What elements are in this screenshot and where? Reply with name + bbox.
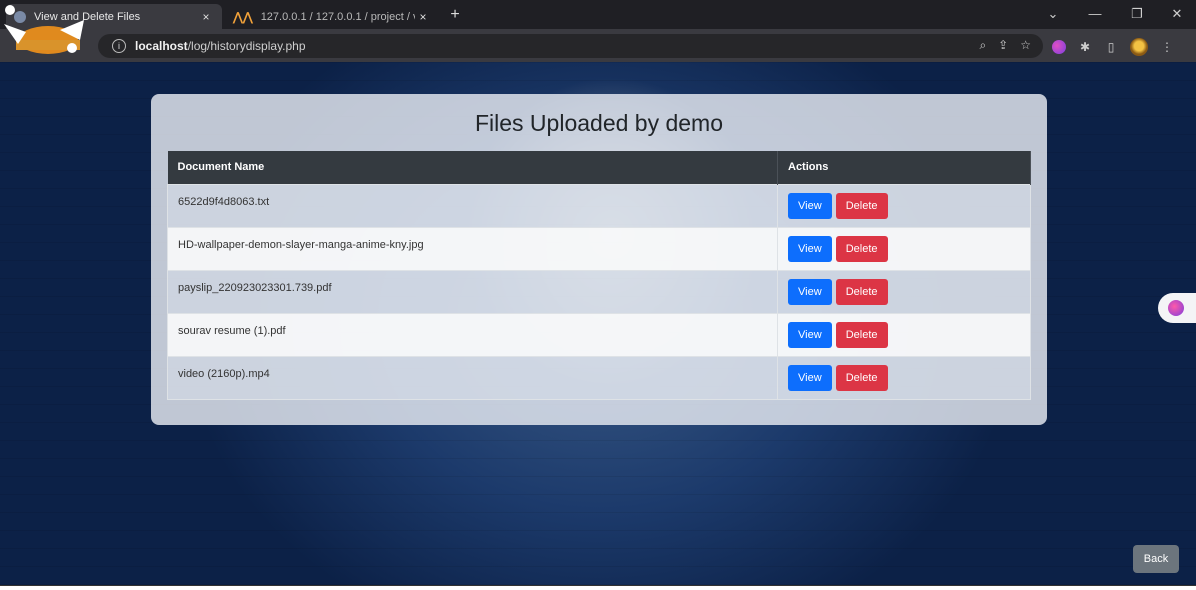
overlay-logo-icon bbox=[4, 5, 84, 54]
side-extension-tab[interactable] bbox=[1158, 293, 1196, 323]
view-button[interactable]: View bbox=[788, 235, 832, 262]
tab-strip: View and Delete Files × ⋀⋀ 127.0.0.1 / 1… bbox=[0, 0, 1196, 29]
document-name: sourav resume (1).pdf bbox=[167, 312, 778, 357]
actions-cell: View Delete bbox=[777, 355, 1031, 400]
delete-button[interactable]: Delete bbox=[835, 278, 888, 305]
delete-button[interactable]: Delete bbox=[835, 364, 888, 391]
column-header-document-name: Document Name bbox=[167, 151, 778, 184]
files-panel: Files Uploaded by demo Document Name Act… bbox=[151, 94, 1047, 425]
tab-search-icon[interactable]: ⌄ bbox=[1036, 4, 1070, 24]
table-row: payslip_220923023301.739.pdf View Delete bbox=[167, 269, 1031, 314]
extension-brain-icon[interactable] bbox=[1052, 40, 1066, 54]
profile-avatar-icon[interactable] bbox=[1130, 38, 1148, 56]
actions-cell: View Delete bbox=[777, 269, 1031, 314]
delete-button[interactable]: Delete bbox=[835, 321, 888, 348]
share-icon[interactable]: ⇪ bbox=[998, 38, 1008, 53]
document-name: video (2160p).mp4 bbox=[167, 355, 778, 400]
table-row: sourav resume (1).pdf View Delete bbox=[167, 312, 1031, 357]
phpmyadmin-icon: ⋀⋀ bbox=[233, 9, 253, 24]
delete-button[interactable]: Delete bbox=[835, 235, 888, 262]
zoom-icon[interactable]: ⌕ bbox=[979, 38, 986, 53]
table-row: 6522d9f4d8063.txt View Delete bbox=[167, 183, 1031, 228]
back-button[interactable]: Back bbox=[1133, 545, 1179, 573]
restore-icon[interactable]: ❐ bbox=[1120, 4, 1154, 24]
actions-cell: View Delete bbox=[777, 312, 1031, 357]
actions-cell: View Delete bbox=[777, 183, 1031, 228]
menu-dots-icon[interactable]: ⋮ bbox=[1160, 40, 1174, 54]
table-row: video (2160p).mp4 View Delete bbox=[167, 355, 1031, 400]
close-icon[interactable]: × bbox=[415, 10, 431, 24]
document-name: payslip_220923023301.739.pdf bbox=[167, 269, 778, 314]
extension-brain-icon bbox=[1168, 300, 1184, 316]
delete-button[interactable]: Delete bbox=[835, 192, 888, 219]
window-close-icon[interactable]: ✕ bbox=[1160, 4, 1194, 24]
actions-cell: View Delete bbox=[777, 226, 1031, 271]
page-background: Files Uploaded by demo Document Name Act… bbox=[0, 62, 1196, 585]
close-icon[interactable]: × bbox=[198, 10, 214, 24]
view-button[interactable]: View bbox=[788, 364, 832, 391]
extension-icons: ✱ ▯ ⋮ bbox=[1052, 38, 1174, 56]
minimize-icon[interactable]: — bbox=[1078, 4, 1112, 24]
new-tab-button[interactable]: + bbox=[444, 5, 466, 25]
star-icon[interactable]: ☆ bbox=[1020, 38, 1031, 53]
bottom-border bbox=[0, 585, 1196, 590]
view-button[interactable]: View bbox=[788, 278, 832, 305]
url-host: localhost bbox=[135, 39, 188, 53]
table-row: HD-wallpaper-demon-slayer-manga-anime-kn… bbox=[167, 226, 1031, 271]
column-header-actions: Actions bbox=[777, 151, 1031, 184]
tab-phpmyadmin[interactable]: ⋀⋀ 127.0.0.1 / 127.0.0.1 / project / v × bbox=[225, 4, 439, 29]
files-table: Document Name Actions 6522d9f4d8063.txt … bbox=[167, 151, 1031, 400]
puzzle-icon[interactable]: ✱ bbox=[1078, 40, 1092, 54]
view-button[interactable]: View bbox=[788, 321, 832, 348]
address-bar[interactable]: i localhost/log/historydisplay.php ⌕ ⇪ ☆ bbox=[98, 34, 1043, 58]
tab-title: 127.0.0.1 / 127.0.0.1 / project / v bbox=[260, 10, 415, 23]
view-button[interactable]: View bbox=[788, 192, 832, 219]
sidepanel-icon[interactable]: ▯ bbox=[1104, 40, 1118, 54]
document-name: 6522d9f4d8063.txt bbox=[167, 183, 778, 228]
page-title: Files Uploaded by demo bbox=[474, 110, 724, 136]
document-name: HD-wallpaper-demon-slayer-manga-anime-kn… bbox=[167, 226, 778, 271]
site-info-icon[interactable]: i bbox=[112, 39, 126, 53]
url-path: /log/historydisplay.php bbox=[187, 39, 306, 53]
